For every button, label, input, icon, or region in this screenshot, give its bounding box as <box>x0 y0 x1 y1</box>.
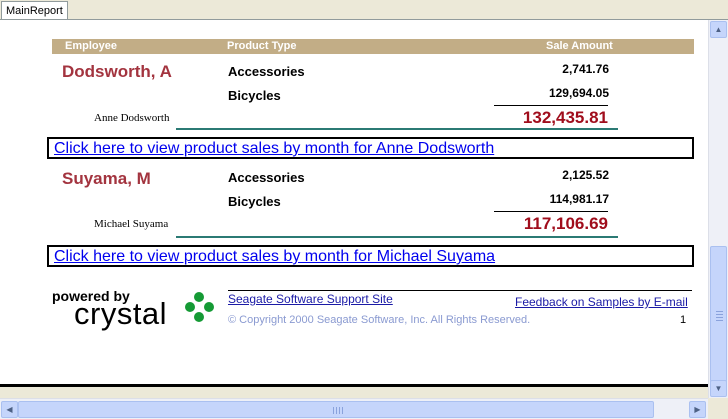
group-separator <box>176 128 618 130</box>
employee-total: 132,435.81 <box>522 108 608 127</box>
vertical-scroll-thumb[interactable] <box>710 246 727 384</box>
employee-signature: Michael Suyama <box>94 218 169 230</box>
product-type: Accessories <box>228 170 305 185</box>
copyright-text: © Copyright 2000 Seagate Software, Inc. … <box>228 314 531 326</box>
drilldown-link-box: Click here to view product sales by mont… <box>47 137 694 159</box>
crystal-logo-text: crystal <box>74 296 168 331</box>
scroll-left-icon[interactable]: ◀ <box>1 401 18 418</box>
horizontal-scroll-thumb[interactable] <box>18 401 654 418</box>
tab-main-report[interactable]: MainReport <box>1 1 68 20</box>
support-site-link[interactable]: Seagate Software Support Site <box>228 292 393 306</box>
product-type: Accessories <box>228 64 305 79</box>
scroll-down-icon[interactable]: ▼ <box>710 380 727 397</box>
header-employee: Employee <box>65 40 117 52</box>
drilldown-link-box: Click here to view product sales by mont… <box>47 245 694 267</box>
drilldown-link[interactable]: Click here to view product sales by mont… <box>54 139 494 158</box>
employee-name: Dodsworth, A <box>62 62 172 81</box>
product-type: Bicycles <box>228 194 281 209</box>
header-product-type: Product Type <box>227 40 297 52</box>
feedback-email-link[interactable]: Feedback on Samples by E-mail <box>515 295 688 309</box>
group-separator <box>176 236 618 238</box>
subtotal-rule <box>494 105 608 106</box>
report-tab-bar: MainReport <box>0 0 728 20</box>
employee-total: 117,106.69 <box>523 214 608 233</box>
sale-amount: 114,981.17 <box>549 192 609 206</box>
horizontal-scrollbar[interactable]: ◀ ▶ <box>0 398 708 419</box>
page-bottom-border <box>0 384 708 398</box>
sale-amount: 2,741.76 <box>562 62 609 76</box>
drilldown-link[interactable]: Click here to view product sales by mont… <box>54 247 495 266</box>
footer-rule <box>228 290 692 291</box>
scroll-right-icon[interactable]: ▶ <box>689 401 706 418</box>
column-header-band: Employee Product Type Sale Amount <box>52 39 694 54</box>
scrollbar-corner <box>708 398 728 419</box>
header-sale-amount: Sale Amount <box>546 40 613 52</box>
subtotal-rule <box>494 211 608 212</box>
sale-amount: 129,694.05 <box>548 86 609 100</box>
vertical-scrollbar[interactable]: ▲ ▼ <box>708 20 728 398</box>
employee-signature: Anne Dodsworth <box>94 112 170 124</box>
page-number: 1 <box>680 314 687 326</box>
product-type: Bicycles <box>228 88 281 103</box>
sale-amount: 2,125.52 <box>562 168 609 182</box>
report-viewport: Employee Product Type Sale Amount Dodswo… <box>0 20 708 384</box>
scroll-up-icon[interactable]: ▲ <box>710 21 727 38</box>
employee-name: Suyama, M <box>62 169 151 188</box>
